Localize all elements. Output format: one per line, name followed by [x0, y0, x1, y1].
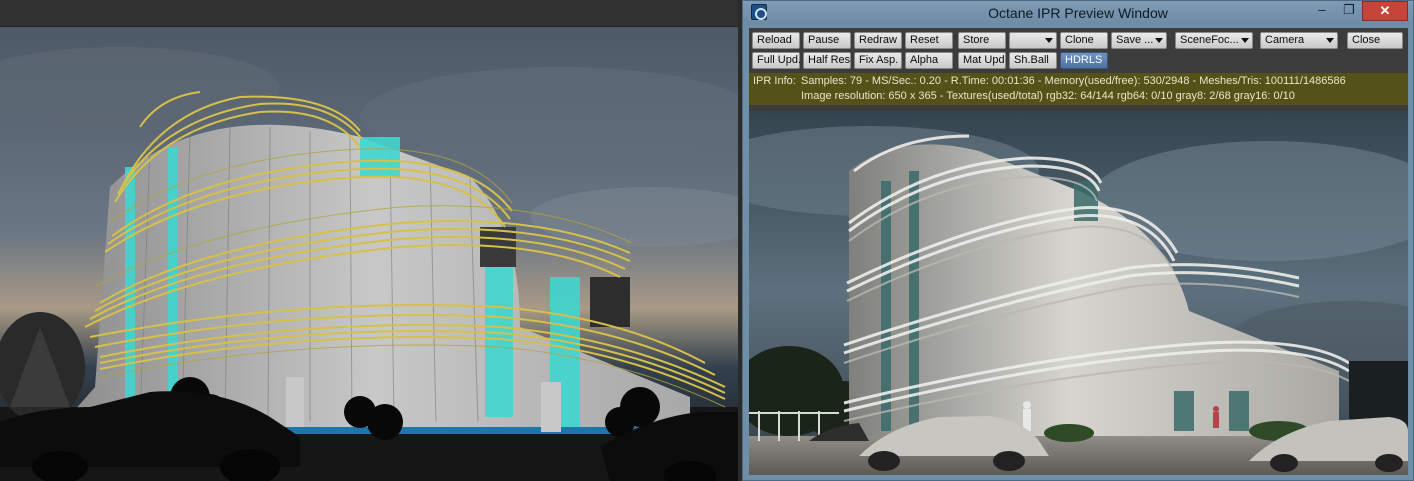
- store-slot-dropdown[interactable]: [1009, 32, 1057, 49]
- half-res-button[interactable]: Half Res: [803, 52, 851, 69]
- window-titlebar[interactable]: Octane IPR Preview Window – ❐ ✕: [743, 1, 1413, 25]
- viewport-canvas[interactable]: [0, 27, 738, 481]
- close-window-icon[interactable]: ✕: [1362, 1, 1408, 21]
- chevron-down-icon: [1155, 38, 1163, 43]
- reset-button[interactable]: Reset: [905, 32, 953, 49]
- camera-dropdown[interactable]: Camera: [1260, 32, 1338, 49]
- chevron-down-icon: [1241, 38, 1249, 43]
- ipr-stats-line: Samples: 79 - MS/Sec.: 0.20 - R.Time: 00…: [801, 75, 1346, 87]
- scene-focus-dropdown[interactable]: SceneFoc...: [1175, 32, 1253, 49]
- scene-focus-label: SceneFoc...: [1180, 34, 1239, 46]
- save-dropdown[interactable]: Save ...: [1111, 32, 1167, 49]
- clone-button[interactable]: Clone: [1060, 32, 1108, 49]
- render-preview[interactable]: [749, 111, 1408, 475]
- chevron-down-icon: [1326, 38, 1334, 43]
- ipr-toolbar: Reload Pause Redraw Reset Store Clone Sa…: [749, 28, 1408, 72]
- minimize-icon[interactable]: –: [1308, 1, 1336, 21]
- pause-button[interactable]: Pause: [803, 32, 851, 49]
- hdrls-button[interactable]: HDRLS: [1060, 52, 1108, 69]
- material-update-button[interactable]: Mat Upd: [958, 52, 1006, 69]
- rendered-building-image: [749, 111, 1408, 475]
- full-update-button[interactable]: Full Upd.: [752, 52, 801, 69]
- viewport-scene-drawing: [0, 27, 738, 481]
- close-button[interactable]: Close: [1347, 32, 1403, 49]
- ipr-resolution-line: Image resolution: 650 x 365 - Textures(u…: [801, 90, 1295, 102]
- redraw-button[interactable]: Redraw: [854, 32, 902, 49]
- maximize-icon[interactable]: ❐: [1335, 1, 1363, 21]
- ipr-info-panel: IPR Info: Samples: 79 - MS/Sec.: 0.20 - …: [749, 73, 1408, 105]
- store-button[interactable]: Store: [958, 32, 1006, 49]
- camera-label: Camera: [1265, 34, 1305, 46]
- save-label: Save ...: [1116, 34, 1154, 46]
- shader-ball-button[interactable]: Sh.Ball: [1009, 52, 1057, 69]
- ipr-body: Reload Pause Redraw Reset Store Clone Sa…: [749, 28, 1408, 475]
- 3d-viewport[interactable]: [0, 0, 738, 481]
- ipr-info-label: IPR Info:: [753, 75, 796, 87]
- reload-button[interactable]: Reload: [752, 32, 800, 49]
- viewport-header-bar: [0, 0, 738, 27]
- fix-aspect-button[interactable]: Fix Asp.: [854, 52, 902, 69]
- octane-ipr-window: Octane IPR Preview Window – ❐ ✕ Reload P…: [742, 0, 1414, 481]
- chevron-down-icon: [1045, 38, 1053, 43]
- alpha-button[interactable]: Alpha: [905, 52, 953, 69]
